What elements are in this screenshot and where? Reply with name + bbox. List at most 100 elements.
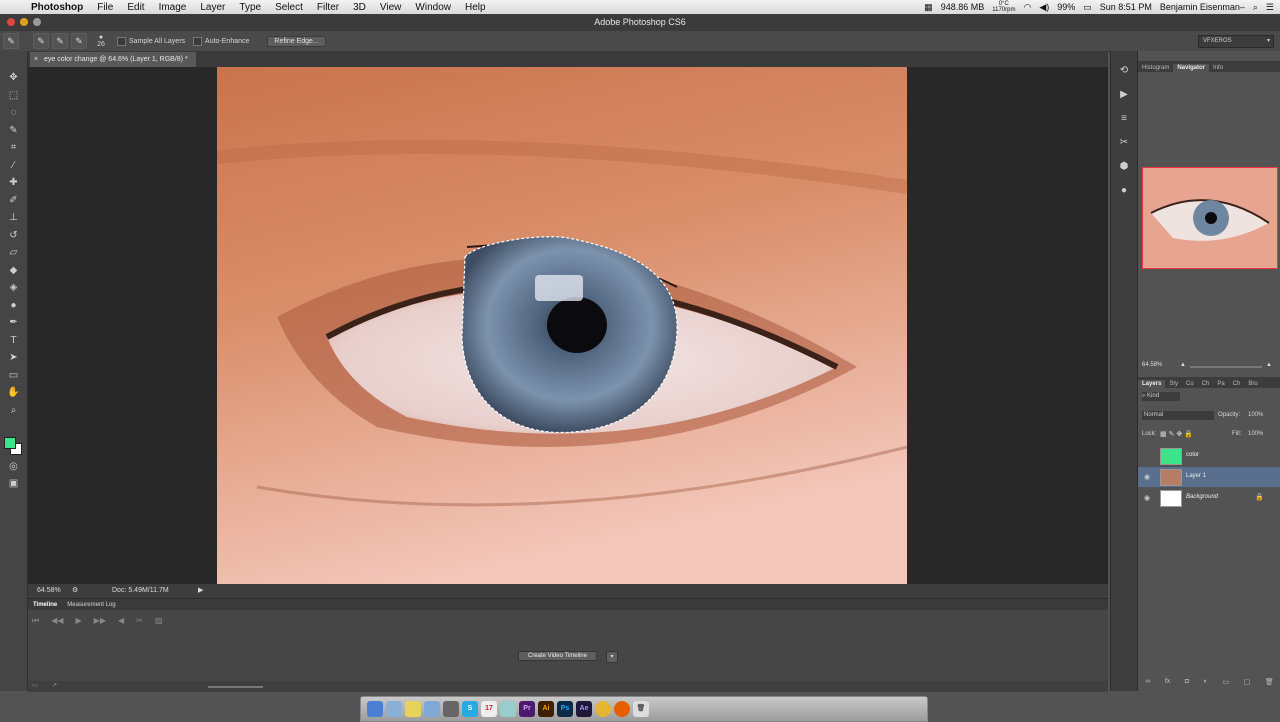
subtract-from-selection-icon[interactable]: ✎: [71, 33, 87, 49]
close-window-button[interactable]: [7, 18, 15, 26]
preview-icon[interactable]: [386, 701, 402, 717]
color-swatches[interactable]: [4, 437, 22, 455]
illustrator-icon[interactable]: Ai: [538, 701, 554, 717]
fill-field[interactable]: 100%: [1248, 431, 1263, 437]
tab-character[interactable]: Ch: [1229, 380, 1245, 388]
menu-edit[interactable]: Edit: [120, 2, 151, 13]
status-arrow-icon[interactable]: ▶: [198, 586, 203, 594]
refine-edge-button[interactable]: Refine Edge...: [267, 35, 326, 47]
adjustments-icon[interactable]: ≡: [1111, 107, 1137, 131]
transition-icon[interactable]: ▨: [155, 616, 163, 626]
history-icon[interactable]: ⟲: [1111, 59, 1137, 83]
status-settings-icon[interactable]: ⚙: [72, 586, 78, 594]
zoom-window-button[interactable]: [33, 18, 41, 26]
layer-row[interactable]: ◉ Layer 1: [1138, 467, 1280, 487]
chrome-icon[interactable]: [595, 701, 611, 717]
tab-channels[interactable]: Ch: [1198, 380, 1214, 388]
add-to-selection-icon[interactable]: ✎: [52, 33, 68, 49]
crop-tool-icon[interactable]: ⌗: [0, 139, 27, 157]
user-name[interactable]: Benjamin Eisenman–: [1160, 2, 1245, 12]
trash-icon[interactable]: 🗑: [1265, 678, 1274, 690]
battery-icon[interactable]: ▭: [1083, 2, 1092, 13]
document-image[interactable]: [217, 67, 907, 584]
fx-icon[interactable]: fx: [1165, 678, 1170, 690]
status-zoom[interactable]: 64.58%: [37, 587, 61, 594]
tab-styles[interactable]: Sty: [1165, 380, 1182, 388]
next-frame-icon[interactable]: ▶▶: [94, 616, 106, 626]
quick-selection-tool-icon[interactable]: ✎: [0, 122, 27, 140]
tool-presets-icon[interactable]: ✂: [1111, 131, 1137, 155]
marquee-tool-icon[interactable]: ⬚: [0, 87, 27, 105]
close-icon[interactable]: ×: [34, 52, 38, 67]
play-icon[interactable]: ▶: [76, 616, 82, 626]
first-frame-icon[interactable]: ⏮: [32, 616, 39, 626]
paint-bucket-tool-icon[interactable]: ◆: [0, 262, 27, 280]
tab-color[interactable]: Co: [1182, 380, 1198, 388]
new-layer-icon[interactable]: ▢: [1244, 678, 1251, 690]
foreground-color-swatch[interactable]: [4, 437, 16, 449]
mail-icon[interactable]: [424, 701, 440, 717]
volume-icon[interactable]: ◀): [1039, 2, 1049, 13]
wifi-icon[interactable]: ◠: [1023, 2, 1031, 13]
tab-info[interactable]: Info: [1209, 64, 1227, 72]
type-tool-icon[interactable]: T: [0, 332, 27, 350]
split-icon[interactable]: ✂: [136, 616, 143, 626]
clock[interactable]: Sun 8:51 PM: [1100, 2, 1152, 12]
info-circle-icon[interactable]: ●: [1111, 179, 1137, 203]
eye-icon[interactable]: ◉: [1144, 494, 1150, 502]
tab-measurement-log[interactable]: Measurement Log: [62, 602, 120, 608]
hand-tool-icon[interactable]: ✋: [0, 384, 27, 402]
notification-icon[interactable]: ☰: [1266, 2, 1274, 13]
menu-type[interactable]: Type: [232, 2, 268, 13]
create-video-timeline-button[interactable]: Create Video Timeline: [518, 651, 597, 661]
doc-size-info[interactable]: Doc: 5.49M/11.7M: [112, 587, 169, 594]
temp-readout[interactable]: 0°C 1170rpm: [992, 1, 1015, 13]
photoshop-icon[interactable]: Ps: [557, 701, 573, 717]
skype-icon[interactable]: S: [462, 701, 478, 717]
tab-histogram[interactable]: Histogram: [1138, 64, 1173, 72]
navigator-zoom-slider[interactable]: [1190, 366, 1262, 368]
firefox-icon[interactable]: [614, 701, 630, 717]
menu-app-name[interactable]: Photoshop: [24, 2, 90, 13]
photos-icon[interactable]: [500, 701, 516, 717]
menu-select[interactable]: Select: [268, 2, 310, 13]
clone-stamp-tool-icon[interactable]: ⊥: [0, 209, 27, 227]
blur-tool-icon[interactable]: ◈: [0, 279, 27, 297]
move-tool-icon[interactable]: ✥: [0, 69, 27, 87]
memory-readout[interactable]: 948.86 MB: [941, 2, 985, 12]
brush-tool-icon[interactable]: ✐: [0, 192, 27, 210]
tab-timeline[interactable]: Timeline: [28, 602, 62, 608]
timeline-zoom-slider[interactable]: [208, 686, 263, 688]
healing-brush-tool-icon[interactable]: ✚: [0, 174, 27, 192]
render-icon[interactable]: ▭: [32, 682, 38, 689]
layer-filter-select[interactable]: ⌕ Kind: [1142, 392, 1180, 401]
eye-icon[interactable]: ◉: [1144, 473, 1150, 481]
menu-file[interactable]: File: [90, 2, 120, 13]
prev-frame-icon[interactable]: ◀◀: [51, 616, 63, 626]
tab-layers[interactable]: Layers: [1138, 380, 1166, 388]
menu-help[interactable]: Help: [458, 2, 493, 13]
after-effects-icon[interactable]: Ae: [576, 701, 592, 717]
calendar-icon[interactable]: 17: [481, 701, 497, 717]
new-selection-icon[interactable]: ✎: [33, 33, 49, 49]
memory-icon[interactable]: ▦: [924, 2, 933, 13]
trash-icon[interactable]: 🗑: [633, 701, 649, 717]
brush-size-picker[interactable]: ● 26: [93, 34, 109, 48]
layer-row[interactable]: color: [1138, 446, 1280, 466]
blend-mode-select[interactable]: Normal: [1142, 411, 1214, 420]
zoom-in-icon[interactable]: ▲: [1266, 362, 1272, 368]
rectangle-tool-icon[interactable]: ▭: [0, 367, 27, 385]
menu-layer[interactable]: Layer: [193, 2, 232, 13]
3d-icon[interactable]: ⬢: [1111, 155, 1137, 179]
battery-readout[interactable]: 99%: [1057, 2, 1075, 12]
sample-all-layers-checkbox[interactable]: [117, 36, 126, 46]
layer-row[interactable]: ◉ Background 🔒: [1138, 488, 1280, 508]
menu-window[interactable]: Window: [408, 2, 458, 13]
finder-icon[interactable]: [367, 701, 383, 717]
audio-icon[interactable]: ◀: [118, 616, 124, 626]
document-tab[interactable]: × eye color change @ 64.6% (Layer 1, RGB…: [30, 52, 196, 67]
pen-tool-icon[interactable]: ✒: [0, 314, 27, 332]
workspace-select[interactable]: VFXEROS ▾: [1198, 35, 1274, 48]
quick-mask-icon[interactable]: ◎: [0, 458, 27, 476]
spotlight-icon[interactable]: ⌕: [1253, 2, 1258, 13]
